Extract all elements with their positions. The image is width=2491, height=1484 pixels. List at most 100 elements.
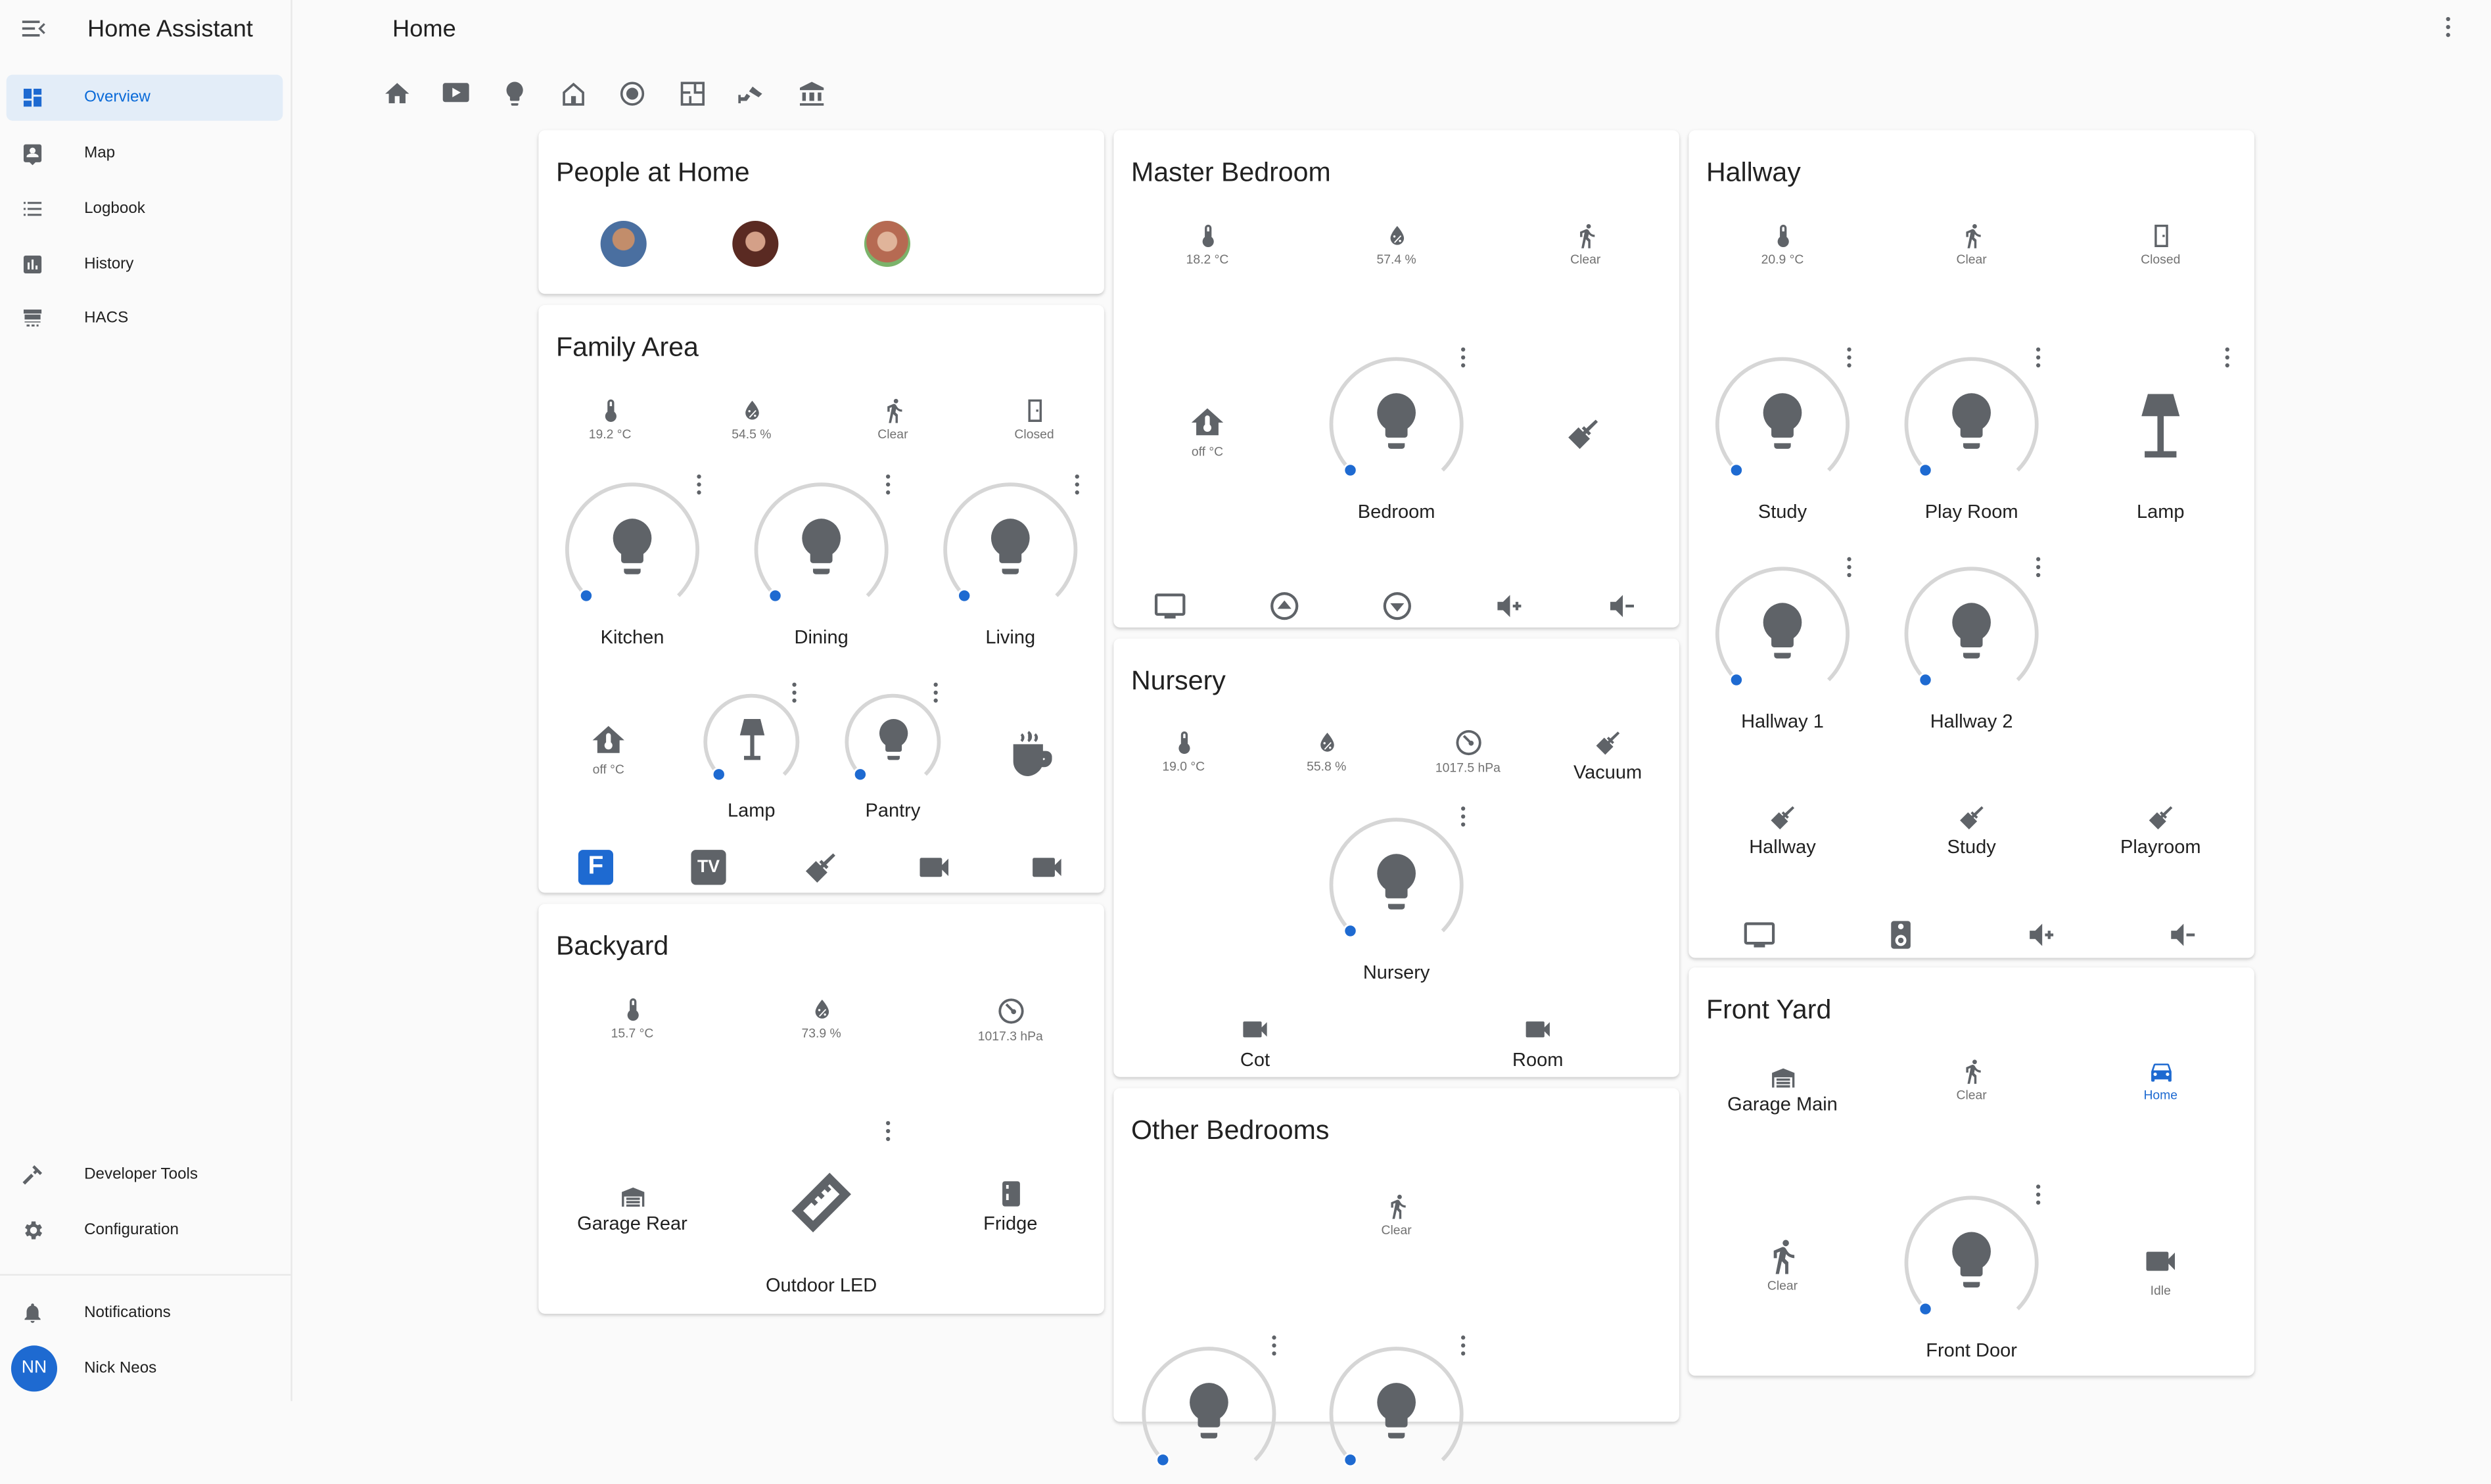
light-dial[interactable] [701, 691, 803, 793]
light-bedroom-b[interactable] [1317, 1344, 1476, 1484]
more-options-icon[interactable] [883, 1120, 893, 1142]
f-badge-icon[interactable]: F [578, 850, 614, 885]
volume-down-icon[interactable] [2167, 918, 2200, 952]
brightness-knob[interactable] [1918, 1301, 1933, 1316]
light-dial[interactable] [842, 691, 944, 793]
light-living[interactable]: Living [931, 480, 1090, 648]
tv-icon[interactable] [1153, 590, 1187, 623]
motion-sensor[interactable]: Clear [837, 397, 948, 442]
more-options-icon[interactable] [2034, 346, 2043, 369]
sidebar-item-profile[interactable]: NN Nick Neos [7, 1345, 283, 1392]
tab-vacuum[interactable] [618, 80, 647, 108]
light-lamp[interactable]: Lamp [2081, 354, 2240, 522]
brightness-knob[interactable] [1729, 463, 1744, 478]
light-play-room[interactable]: Play Room [1892, 354, 2051, 522]
light-dial[interactable] [941, 480, 1081, 620]
light-dial[interactable] [1713, 354, 1853, 494]
car-tracker[interactable]: Home [2105, 1058, 2216, 1102]
volume-down-icon[interactable] [1606, 590, 1640, 623]
more-options-icon[interactable] [1458, 805, 1468, 827]
sidebar-item-logbook[interactable]: Logbook [7, 186, 283, 232]
channel-up-icon[interactable] [1268, 590, 1301, 623]
tab-home[interactable] [383, 80, 412, 108]
light-nursery[interactable]: Nursery [1317, 815, 1476, 983]
sidebar-item-configuration[interactable]: Configuration [7, 1207, 283, 1253]
thermostat[interactable]: off °C [1152, 404, 1263, 459]
more-options-icon[interactable] [1458, 346, 1468, 369]
light-dial[interactable] [1713, 564, 1853, 704]
more-options-icon[interactable] [2034, 556, 2043, 578]
camera-room[interactable]: Room [1482, 1013, 1593, 1071]
pressure-sensor[interactable]: 1017.5 hPa [1412, 728, 1524, 776]
garage-main[interactable]: Garage Main [1711, 1063, 1854, 1115]
led-strip-icon[interactable] [781, 1163, 861, 1242]
sidebar-item-notifications[interactable]: Notifications [7, 1290, 283, 1336]
person-avatar[interactable] [600, 220, 647, 267]
motion-sensor[interactable]: Clear [1916, 1058, 2027, 1102]
brightness-knob[interactable] [852, 767, 868, 782]
motion-sensor[interactable]: Clear [1530, 222, 1641, 267]
light-dial[interactable] [1901, 354, 2041, 494]
more-options-icon[interactable] [883, 473, 893, 496]
temperature-sensor[interactable]: 18.2 °C [1152, 222, 1263, 267]
brightness-knob[interactable] [1343, 463, 1358, 478]
tab-bank[interactable] [797, 80, 826, 108]
more-options-icon[interactable] [1073, 473, 1083, 496]
door-sensor[interactable]: Closed [979, 397, 1090, 442]
brightness-knob[interactable] [768, 588, 783, 603]
motion-sensor[interactable]: Clear [1916, 222, 2027, 267]
tv-icon[interactable] [1743, 918, 1777, 952]
camera-front[interactable]: Idle [2105, 1242, 2216, 1298]
tab-floorplan[interactable] [678, 80, 707, 108]
person-avatar[interactable] [732, 220, 779, 267]
camera-icon[interactable] [1028, 848, 1066, 887]
humidity-sensor[interactable]: 55.8 % [1271, 729, 1382, 774]
light-dial[interactable] [1139, 1344, 1279, 1484]
temperature-sensor[interactable]: 19.0 °C [1128, 729, 1239, 774]
light-dial[interactable] [563, 480, 703, 620]
light-hallway-2[interactable]: Hallway 2 [1892, 564, 2051, 732]
light-dial[interactable] [1326, 354, 1466, 494]
light-kitchen[interactable]: Kitchen [553, 480, 712, 648]
light-dial[interactable] [751, 480, 891, 620]
sidebar-item-history[interactable]: History [7, 241, 283, 287]
light-dial[interactable] [1326, 1344, 1466, 1484]
tab-lights[interactable] [500, 80, 529, 108]
temperature-sensor[interactable]: 19.2 °C [555, 397, 666, 442]
brightness-knob[interactable] [1729, 672, 1744, 687]
more-options-icon[interactable] [1844, 556, 1854, 578]
light-dial[interactable] [1901, 564, 2041, 704]
brightness-knob[interactable] [578, 588, 594, 603]
vacuum-playroom[interactable]: Playroom [2105, 802, 2216, 858]
light-pantry[interactable]: Pantry [814, 691, 973, 822]
light-bedroom-a[interactable] [1130, 1344, 1289, 1484]
light-front-door[interactable]: Front Door [1892, 1193, 2051, 1361]
sidebar-item-developer-tools[interactable]: Developer Tools [7, 1151, 283, 1197]
thermostat[interactable]: off °C [553, 721, 664, 777]
camera-cot[interactable]: Cot [1199, 1013, 1311, 1071]
more-options-icon[interactable] [789, 682, 799, 704]
door-sensor[interactable]: Closed [2105, 222, 2216, 267]
light-dial[interactable] [1901, 1193, 2041, 1333]
humidity-sensor[interactable]: 73.9 % [766, 996, 877, 1040]
motion-sensor-2[interactable]: Clear [1727, 1238, 1838, 1293]
light-lamp[interactable]: Lamp [672, 691, 831, 822]
brightness-knob[interactable] [1155, 1452, 1171, 1468]
more-options-icon[interactable] [2223, 346, 2233, 369]
speaker-icon[interactable] [1884, 918, 1918, 952]
person-avatar[interactable] [864, 220, 910, 267]
pressure-sensor[interactable]: 1017.3 hPa [955, 996, 1066, 1044]
tab-media[interactable] [442, 80, 471, 108]
brightness-knob[interactable] [1343, 1452, 1358, 1468]
volume-up-icon[interactable] [1493, 590, 1527, 623]
sidebar-item-overview[interactable]: Overview [6, 74, 283, 121]
brightness-knob[interactable] [957, 588, 972, 603]
temperature-sensor[interactable]: 15.7 °C [576, 996, 687, 1040]
vacuum-hallway[interactable]: Hallway [1727, 802, 1838, 858]
tv-badge-icon[interactable]: TV [691, 850, 726, 885]
vacuum-broom-icon[interactable] [1565, 415, 1603, 453]
brightness-knob[interactable] [1918, 672, 1933, 687]
brightness-knob[interactable] [1918, 463, 1933, 478]
garage-rear[interactable]: Garage Rear [561, 1182, 704, 1234]
vacuum-study[interactable]: Study [1916, 802, 2027, 858]
